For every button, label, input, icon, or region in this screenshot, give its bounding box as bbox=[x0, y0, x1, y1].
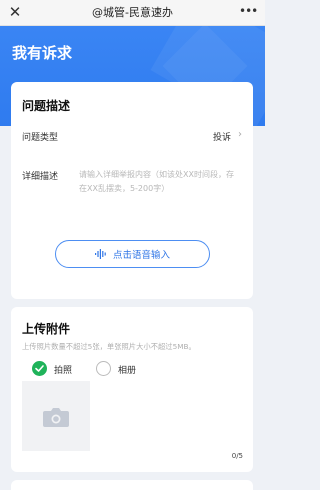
upload-heading: 上传附件 bbox=[22, 322, 71, 336]
description-card: 问题描述 问题类型 投诉 › 详细描述 请输入详细举报内容（如该处XX时间段，存… bbox=[11, 82, 253, 299]
check-icon bbox=[35, 365, 44, 372]
voice-input-button[interactable]: 点击语音输入 bbox=[55, 240, 210, 268]
photo-count: 0/5 bbox=[231, 452, 243, 460]
next-card-partial bbox=[11, 480, 253, 490]
page: ✕ @城管-民意速办 ••• 我有诉求 问题描述 问题类型 投诉 › 详细描述 … bbox=[0, 0, 265, 490]
photo-radio-checked[interactable] bbox=[32, 361, 47, 376]
description-heading: 问题描述 bbox=[22, 99, 71, 113]
top-navbar: ✕ @城管-民意速办 ••• bbox=[0, 0, 265, 26]
chevron-right-icon[interactable]: › bbox=[238, 129, 242, 140]
page-title: 我有诉求 bbox=[12, 44, 73, 62]
more-icon[interactable]: ••• bbox=[239, 2, 258, 20]
type-value[interactable]: 投诉 bbox=[213, 130, 231, 143]
album-option-label[interactable]: 相册 bbox=[118, 363, 136, 376]
detail-textarea[interactable]: 请输入详细举报内容（如该处XX时间段，存在XX乱摆卖，5-200字） bbox=[79, 168, 241, 196]
close-icon[interactable]: ✕ bbox=[6, 3, 24, 21]
upload-card: 上传附件 上传照片数量不超过5张，单张照片大小不超过5MB。 拍照 相册 0/5 bbox=[11, 307, 253, 472]
voice-wave-icon bbox=[94, 249, 106, 259]
type-label: 问题类型 bbox=[22, 133, 59, 143]
voice-button-label: 点击语音输入 bbox=[112, 250, 170, 261]
detail-label: 详细描述 bbox=[22, 172, 59, 182]
add-photo-button[interactable] bbox=[22, 381, 90, 451]
upload-hint: 上传照片数量不超过5张，单张照片大小不超过5MB。 bbox=[22, 342, 196, 351]
navbar-title: @城管-民意速办 bbox=[92, 6, 173, 19]
photo-option-label[interactable]: 拍照 bbox=[54, 363, 72, 376]
camera-icon bbox=[43, 408, 69, 427]
album-radio[interactable] bbox=[96, 361, 111, 376]
